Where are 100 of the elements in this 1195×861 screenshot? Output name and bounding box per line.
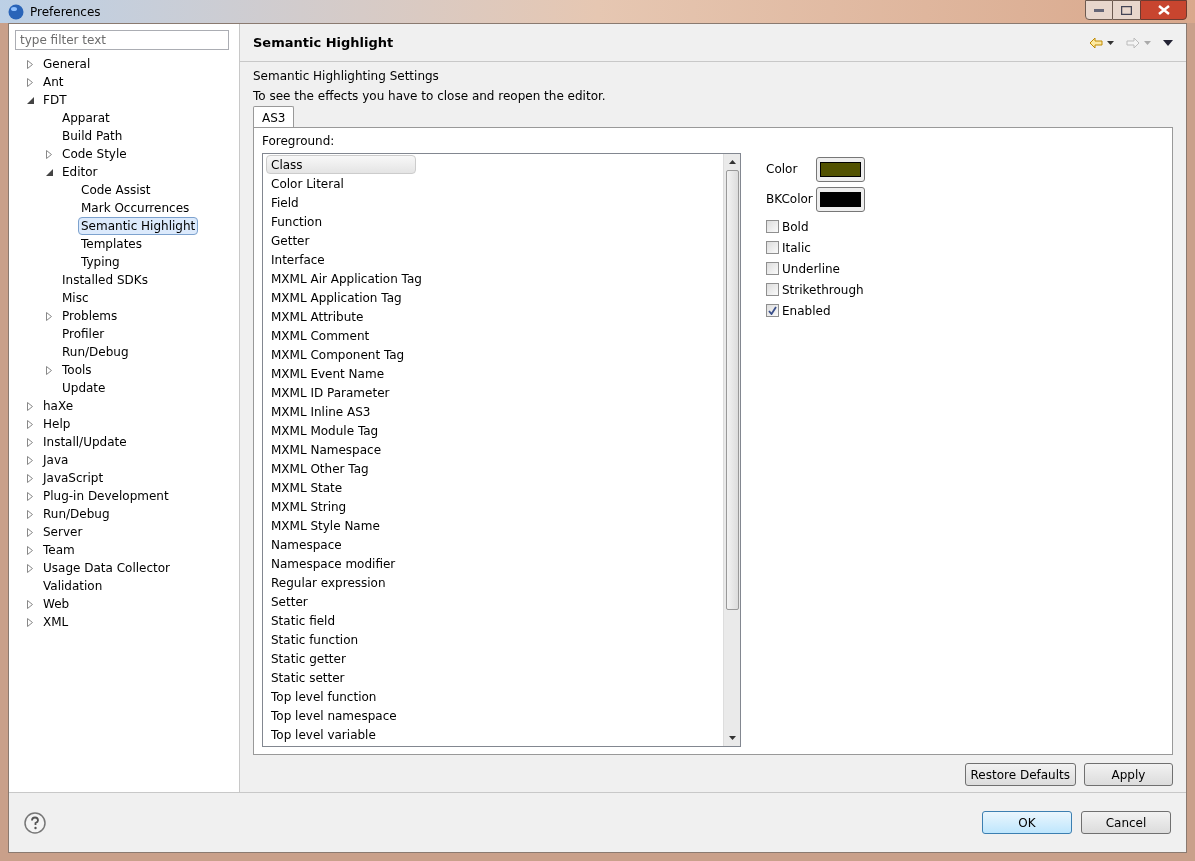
scrollbar[interactable] bbox=[723, 154, 740, 746]
tree-item[interactable]: Build Path bbox=[59, 127, 126, 145]
list-item[interactable]: MXML ID Parameter bbox=[266, 383, 416, 402]
scroll-up-icon[interactable] bbox=[728, 160, 736, 164]
list-item[interactable]: Top level function bbox=[266, 687, 416, 706]
tree-item[interactable]: Install/Update bbox=[40, 433, 130, 451]
tree-item[interactable]: haXe bbox=[40, 397, 77, 415]
list-item[interactable]: Static getter bbox=[266, 649, 416, 668]
tree-item[interactable]: Templates bbox=[78, 235, 145, 253]
expand-triangle-icon[interactable] bbox=[27, 527, 33, 537]
list-item[interactable]: MXML String bbox=[266, 497, 416, 516]
checkbox[interactable] bbox=[766, 304, 779, 317]
tree-item[interactable]: Semantic Highlight bbox=[78, 217, 199, 235]
view-menu-icon[interactable] bbox=[1163, 39, 1173, 46]
tree-item[interactable]: Usage Data Collector bbox=[40, 559, 174, 577]
expand-triangle-icon[interactable] bbox=[27, 59, 33, 69]
list-item[interactable]: Namespace modifier bbox=[266, 554, 416, 573]
tree-item[interactable]: XML bbox=[40, 613, 72, 631]
checkbox[interactable] bbox=[766, 283, 779, 296]
list-item[interactable]: Top level namespace bbox=[266, 706, 416, 725]
list-item[interactable]: MXML Air Application Tag bbox=[266, 269, 427, 288]
list-item[interactable]: MXML Namespace bbox=[266, 440, 416, 459]
close-button[interactable] bbox=[1140, 0, 1187, 20]
list-item[interactable]: MXML Attribute bbox=[266, 307, 416, 326]
tree-item[interactable]: Java bbox=[40, 451, 72, 469]
collapse-triangle-icon[interactable] bbox=[45, 168, 53, 176]
tree-item[interactable]: Ant bbox=[40, 73, 67, 91]
scroll-down-icon[interactable] bbox=[728, 736, 736, 740]
tree-item[interactable]: Code Style bbox=[59, 145, 130, 163]
tree-item[interactable]: Problems bbox=[59, 307, 121, 325]
tree-item[interactable]: Typing bbox=[78, 253, 123, 271]
tree-item[interactable]: Tools bbox=[59, 361, 95, 379]
help-icon[interactable] bbox=[24, 811, 46, 834]
minimize-button[interactable] bbox=[1085, 0, 1113, 20]
list-item[interactable]: Regular expression bbox=[266, 573, 416, 592]
tree-item[interactable]: Profiler bbox=[59, 325, 108, 343]
list-item[interactable]: MXML Other Tag bbox=[266, 459, 416, 478]
checkbox[interactable] bbox=[766, 241, 779, 254]
expand-triangle-icon[interactable] bbox=[27, 473, 33, 483]
expand-triangle-icon[interactable] bbox=[27, 491, 33, 501]
expand-triangle-icon[interactable] bbox=[46, 311, 52, 321]
expand-triangle-icon[interactable] bbox=[27, 437, 33, 447]
expand-triangle-icon[interactable] bbox=[27, 419, 33, 429]
tree-item[interactable]: Editor bbox=[59, 163, 101, 181]
expand-triangle-icon[interactable] bbox=[27, 545, 33, 555]
list-item[interactable]: Static function bbox=[266, 630, 416, 649]
tree-item[interactable]: Installed SDKs bbox=[59, 271, 151, 289]
maximize-button[interactable] bbox=[1113, 0, 1140, 20]
list-item[interactable]: MXML Style Name bbox=[266, 516, 416, 535]
tree-item[interactable]: Code Assist bbox=[78, 181, 154, 199]
scroll-thumb[interactable] bbox=[725, 170, 739, 610]
expand-triangle-icon[interactable] bbox=[27, 563, 33, 573]
tree-item[interactable]: Server bbox=[40, 523, 86, 541]
tree-item[interactable]: Team bbox=[40, 541, 78, 559]
list-item[interactable]: Field bbox=[266, 193, 416, 212]
list-item[interactable]: Setter bbox=[266, 592, 416, 611]
list-item[interactable]: MXML Application Tag bbox=[266, 288, 416, 307]
list-item[interactable]: MXML Module Tag bbox=[266, 421, 416, 440]
tree-item[interactable]: Run/Debug bbox=[59, 343, 132, 361]
list-item[interactable]: Static field bbox=[266, 611, 416, 630]
tree-item[interactable]: Update bbox=[59, 379, 109, 397]
tree-item[interactable]: Validation bbox=[40, 577, 106, 595]
tree-item[interactable]: Plug-in Development bbox=[40, 487, 172, 505]
list-item[interactable]: Static setter bbox=[266, 668, 416, 687]
list-item[interactable]: Getter bbox=[266, 231, 416, 250]
tree-item[interactable]: Misc bbox=[59, 289, 92, 307]
list-item[interactable]: Top level variable bbox=[266, 725, 416, 744]
color-picker-button[interactable] bbox=[816, 186, 865, 212]
page-button[interactable]: Apply bbox=[1084, 763, 1173, 786]
tree-item[interactable]: Web bbox=[40, 595, 73, 613]
collapse-triangle-icon[interactable] bbox=[26, 96, 34, 104]
expand-triangle-icon[interactable] bbox=[27, 77, 33, 87]
expand-triangle-icon[interactable] bbox=[27, 401, 33, 411]
expand-triangle-icon[interactable] bbox=[27, 455, 33, 465]
filter-field[interactable]: type filter text bbox=[15, 30, 229, 50]
list-item[interactable]: MXML Event Name bbox=[266, 364, 416, 383]
dropdown-caret-icon[interactable] bbox=[1107, 40, 1114, 45]
tree-item[interactable]: JavaScript bbox=[40, 469, 107, 487]
tree-item[interactable]: General bbox=[40, 55, 94, 73]
list-item[interactable]: Color Literal bbox=[266, 174, 416, 193]
tree-item[interactable]: FDT bbox=[40, 91, 70, 109]
list-item[interactable]: Function bbox=[266, 212, 416, 231]
list-item[interactable]: Class bbox=[266, 155, 416, 174]
page-button[interactable]: Restore Defaults bbox=[964, 763, 1076, 786]
checkbox[interactable] bbox=[766, 262, 779, 275]
expand-triangle-icon[interactable] bbox=[46, 365, 52, 375]
list-item[interactable]: MXML Inline AS3 bbox=[266, 402, 416, 421]
color-picker-button[interactable] bbox=[816, 156, 865, 182]
list-item[interactable]: MXML Component Tag bbox=[266, 345, 416, 364]
tree-item[interactable]: Apparat bbox=[59, 109, 113, 127]
checkbox[interactable] bbox=[766, 220, 779, 233]
list-item[interactable]: Interface bbox=[266, 250, 416, 269]
tab[interactable]: AS3 bbox=[253, 106, 295, 128]
list-item[interactable]: Namespace bbox=[266, 535, 416, 554]
dialog-button[interactable]: OK bbox=[982, 811, 1072, 834]
tree-item[interactable]: Help bbox=[40, 415, 74, 433]
tree-item[interactable]: Run/Debug bbox=[40, 505, 113, 523]
list-item[interactable]: MXML State bbox=[266, 478, 416, 497]
expand-triangle-icon[interactable] bbox=[27, 509, 33, 519]
dialog-button[interactable]: Cancel bbox=[1081, 811, 1171, 834]
